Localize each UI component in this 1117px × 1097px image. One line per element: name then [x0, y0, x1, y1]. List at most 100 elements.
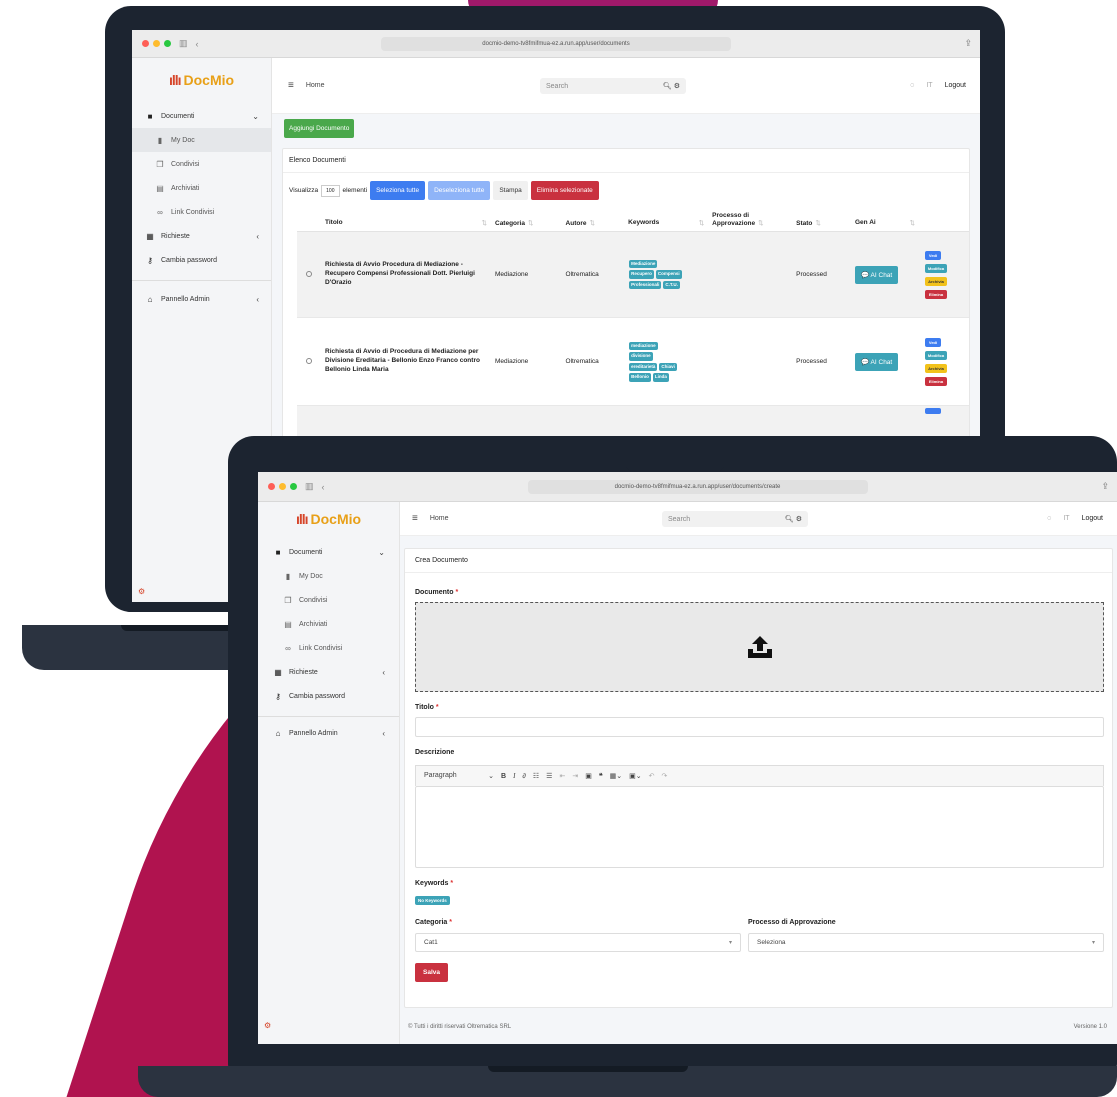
edit-button[interactable]: Modifica	[925, 350, 947, 360]
sidebar-item-archiviati[interactable]: ▤ Archiviati	[132, 176, 271, 200]
document-title[interactable]: Richiesta di Avvio Procedura di Mediazio…	[321, 231, 491, 318]
outdent-icon[interactable]: ⇤	[559, 772, 565, 780]
logout-link[interactable]: Logout	[1082, 515, 1103, 522]
quote-icon[interactable]: ❝	[599, 772, 603, 780]
column-header[interactable]: Autore ⇅	[561, 208, 625, 232]
title-input[interactable]	[415, 717, 1104, 737]
sidebar-item-documenti[interactable]: ■ Documenti ⌄	[258, 540, 399, 564]
sidebar-item-cambia-password[interactable]: ⚷ Cambia password	[258, 684, 399, 708]
sidebar-item-my-doc[interactable]: ▮ My Doc	[258, 564, 399, 588]
ai-chat-button[interactable]: 💬 AI Chat	[855, 265, 899, 284]
column-header[interactable]: Processo di Approvazione ⇅	[708, 208, 793, 232]
close-window-dot[interactable]	[142, 40, 149, 47]
column-header[interactable]: Categoria ⇅	[491, 208, 562, 232]
archive-button[interactable]: Archivia	[925, 363, 947, 373]
italic-icon[interactable]: I	[513, 772, 515, 780]
bell-icon[interactable]: ◌	[910, 82, 914, 89]
sidebar-item-documenti[interactable]: ■ Documenti ⌄	[132, 104, 271, 128]
search-icon[interactable]: 🔍︎ ⚙︎	[785, 515, 802, 523]
row-select-radio[interactable]	[306, 357, 312, 364]
edit-button[interactable]: Modifica	[925, 263, 947, 273]
topbar: ≡ Home Search 🔍︎ ⚙︎ ◌ IT Logout	[400, 502, 1117, 536]
language-selector[interactable]: IT	[1063, 515, 1069, 522]
select-all-button[interactable]: Seleziona tutte	[370, 181, 426, 200]
sidebar-item-pannello-admin[interactable]: ⌂ Pannello Admin ‹	[258, 721, 399, 745]
bold-icon[interactable]: B	[501, 773, 506, 780]
sidebar-item-cambia-password[interactable]: ⚷ Cambia password	[132, 248, 271, 272]
add-document-button[interactable]: Aggiungi Documento	[284, 119, 355, 138]
menu-icon[interactable]: ≡	[288, 80, 294, 91]
column-header[interactable]: Titolo ⇅	[321, 208, 491, 232]
document-title[interactable]: Richiesta di Avvio di Procedura di Media…	[321, 317, 491, 406]
address-bar[interactable]: docmio-demo-tv8fmifmua-ez.a.run.app/user…	[527, 479, 868, 494]
paragraph-format-select[interactable]: Paragraph ⌄	[424, 772, 494, 780]
language-selector[interactable]: IT	[926, 82, 932, 89]
share-icon[interactable]: ⇪	[964, 38, 972, 49]
archive-button[interactable]: Archivia	[925, 276, 947, 286]
sidebar-item-richieste[interactable]: ▦ Richieste ‹	[258, 660, 399, 684]
sidebar-item-condivisi[interactable]: ❐ Condivisi	[258, 588, 399, 612]
link-icon[interactable]: ∂	[522, 773, 525, 780]
search-icon[interactable]: 🔍︎ ⚙︎	[663, 82, 680, 90]
minimize-window-dot[interactable]	[153, 40, 160, 47]
approval-process-select[interactable]: Seleziona ▾	[748, 933, 1104, 952]
image-icon[interactable]: ▣	[585, 772, 592, 780]
maximize-window-dot[interactable]	[290, 483, 297, 490]
share-icon[interactable]: ⇪	[1101, 481, 1109, 492]
sidebar-item-link-condivisi[interactable]: ∞ Link Condivisi	[132, 200, 271, 224]
save-button[interactable]: Salva	[415, 963, 448, 982]
sidebar-item-link-condivisi[interactable]: ∞ Link Condivisi	[258, 636, 399, 660]
debug-bar-icon[interactable]: ⚙	[264, 1021, 271, 1030]
view-button[interactable]: Vedi	[925, 250, 941, 260]
chevron-down-icon: ⌄	[252, 111, 259, 121]
sidebar-item-richieste[interactable]: ▦ Richieste ‹	[132, 224, 271, 248]
redo-icon[interactable]: ↷	[661, 772, 667, 780]
delete-selected-button[interactable]: Elimina selezionate	[530, 181, 599, 200]
print-button[interactable]: Stampa	[493, 181, 528, 200]
minimize-window-dot[interactable]	[279, 483, 286, 490]
row-select-radio[interactable]	[306, 270, 312, 277]
sidebar-item-my-doc[interactable]: ▮ My Doc	[132, 128, 271, 152]
bell-icon[interactable]: ◌	[1047, 515, 1051, 522]
sidebar-item-condivisi[interactable]: ❐ Condivisi	[132, 152, 271, 176]
home-link[interactable]: Home	[306, 82, 325, 89]
menu-icon[interactable]: ≡	[412, 513, 418, 524]
delete-button[interactable]: Elimina	[925, 289, 947, 299]
view-button[interactable]	[925, 408, 941, 414]
front-laptop-screen: ▥ ‹ docmio-demo-tv8fmifmua-ez.a.run.app/…	[258, 472, 1117, 1044]
search-input[interactable]: Search 🔍︎ ⚙︎	[662, 511, 808, 527]
debug-bar-icon[interactable]: ⚙	[138, 587, 145, 596]
table-icon[interactable]: ▦⌄	[610, 772, 622, 780]
sidebar-toggle-icon[interactable]: ▥	[305, 481, 314, 492]
deselect-all-button[interactable]: Deseleziona tutte	[428, 181, 491, 200]
logout-link[interactable]: Logout	[945, 82, 966, 89]
media-icon[interactable]: ▣⌄	[629, 772, 641, 780]
delete-button[interactable]: Elimina	[925, 376, 947, 386]
page-size-select[interactable]: 100	[321, 184, 340, 197]
sidebar-toggle-icon[interactable]: ▥	[179, 38, 188, 49]
numbered-list-icon[interactable]: ☰	[546, 772, 552, 780]
sidebar-item-archiviati[interactable]: ▤ Archiviati	[258, 612, 399, 636]
search-input[interactable]: Search 🔍︎ ⚙︎	[540, 78, 686, 94]
column-header[interactable]: Keywords ⇅	[624, 208, 709, 232]
maximize-window-dot[interactable]	[164, 40, 171, 47]
file-dropzone[interactable]	[415, 602, 1104, 692]
category-select[interactable]: Cat1 ▾	[415, 933, 741, 952]
bulleted-list-icon[interactable]: ☷	[533, 772, 539, 780]
ai-chat-button[interactable]: 💬 AI Chat	[855, 352, 899, 371]
undo-icon[interactable]: ↶	[649, 772, 655, 780]
home-link[interactable]: Home	[430, 515, 449, 522]
description-editor[interactable]	[415, 786, 1104, 868]
column-header[interactable]: Gen Ai ⇅	[851, 208, 919, 232]
sidebar-item-pannello-admin[interactable]: ⌂ Pannello Admin ‹	[132, 287, 271, 311]
back-arrow-icon[interactable]: ‹	[196, 39, 199, 49]
brand-logo: ıllı DocMio	[168, 72, 235, 88]
browser-toolbar: ▥ ‹ docmio-demo-tv8fmifmua-ez.a.run.app/…	[258, 472, 1117, 502]
close-window-dot[interactable]	[268, 483, 275, 490]
indent-icon[interactable]: ⇥	[572, 772, 578, 780]
view-button[interactable]: Vedi	[925, 337, 941, 347]
column-header[interactable]: Stato ⇅	[792, 208, 851, 232]
back-arrow-icon[interactable]: ‹	[322, 482, 325, 492]
address-bar[interactable]: docmio-demo-tv8fmifmua-ez.a.run.app/user…	[381, 36, 731, 51]
editor-toolbar: Paragraph ⌄ B I ∂ ☷ ☰ ⇤ ⇥ ▣ ❝ ▦⌄ ▣⌄ ↶ ↷	[415, 765, 1104, 786]
